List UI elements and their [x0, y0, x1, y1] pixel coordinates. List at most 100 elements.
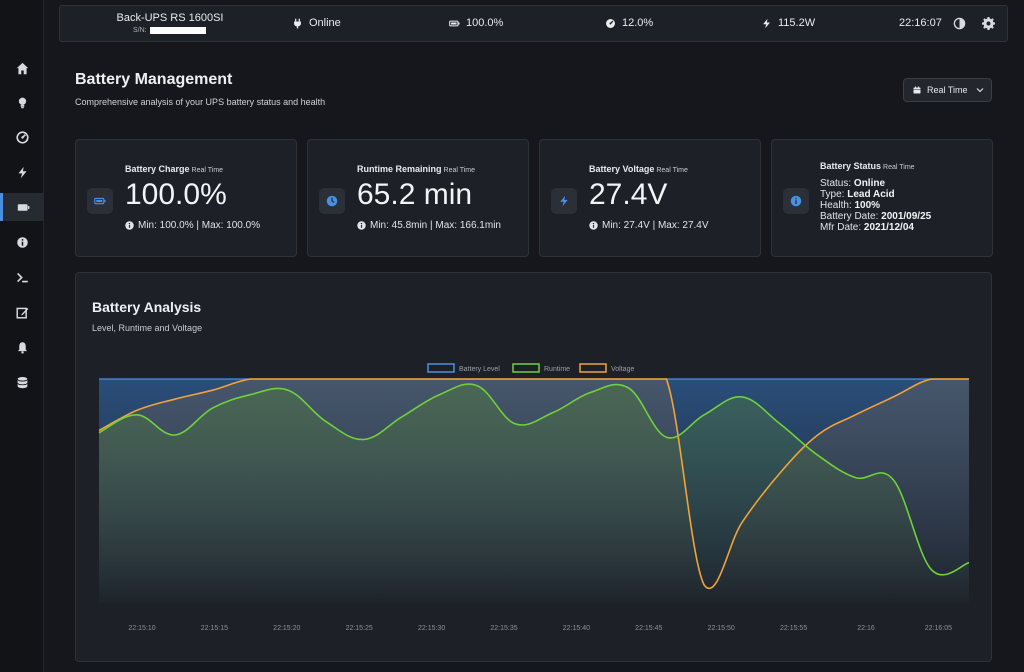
card-title: Battery Status Real Time [820, 161, 915, 171]
card-title: Battery Voltage Real Time [589, 164, 688, 174]
status-details: Status: Online Type: Lead Acid Health: 1… [820, 178, 931, 233]
runtime-card: Runtime Remaining Real Time 65.2 min Min:… [307, 139, 529, 257]
gear-icon[interactable] [982, 17, 995, 30]
mfr-date-label: Mfr Date: [820, 222, 862, 233]
card-tag: Real Time [443, 167, 476, 174]
minmax-text: Min: 27.4V | Max: 27.4V [602, 220, 709, 231]
health-label: Health: [820, 200, 852, 211]
terminal-icon [16, 272, 28, 282]
battery-date-label: Battery Date: [820, 211, 879, 222]
serial-redacted [149, 27, 206, 34]
bell-icon [17, 341, 27, 354]
serial-label: S/N: [133, 27, 147, 34]
health-row: Health: 100% [820, 200, 931, 211]
status-row: Status: Online [820, 178, 931, 189]
x-tick-label: 22:15:40 [563, 625, 590, 632]
serial-number: S/N: [133, 27, 206, 34]
calendar-icon [913, 86, 921, 94]
bolt-icon [17, 166, 27, 178]
sidebar-item-alerts[interactable] [0, 333, 44, 361]
x-tick-label: 22:15:10 [128, 625, 155, 632]
type-label: Type: [820, 189, 845, 200]
info-circle-icon [357, 221, 366, 230]
voltage-legend-label: Voltage [611, 366, 634, 373]
battery-status-card: Battery Status Real Time Status: Online T… [771, 139, 993, 257]
gauge-icon [606, 18, 615, 28]
card-title-text: Runtime Remaining [357, 164, 442, 174]
x-tick-label: 22:16 [857, 625, 875, 632]
load-indicator: 12.0% [605, 17, 653, 29]
info-circle-icon [790, 195, 802, 207]
voltage-value: 27.4V [589, 178, 668, 211]
card-tag: Real Time [883, 164, 915, 171]
sidebar-item-lightbulb[interactable] [0, 88, 44, 116]
x-tick-label: 22:15:45 [635, 625, 662, 632]
power-indicator: 115.2W [761, 17, 815, 29]
home-icon [16, 62, 28, 74]
sidebar-item-gauge[interactable] [0, 123, 44, 151]
card-title-text: Battery Status [820, 161, 882, 171]
battery-text: 100.0% [466, 17, 504, 29]
sidebar-item-terminal[interactable] [0, 263, 44, 291]
x-tick-label: 22:15:35 [490, 625, 517, 632]
runtime-value: 65.2 min [357, 178, 473, 211]
sidebar-item-battery[interactable] [0, 193, 44, 221]
mfr-date-value: 2021/12/04 [863, 222, 914, 233]
status-indicator: Online [292, 17, 341, 29]
card-tag: Real Time [656, 167, 688, 174]
card-title: Runtime Remaining Real Time [357, 164, 475, 174]
page-title: Battery Management [75, 71, 233, 88]
load-text: 12.0% [622, 17, 654, 29]
battery-icon [449, 20, 460, 26]
chevron-down-icon [976, 88, 983, 93]
time-range-label: Real Time [927, 85, 968, 95]
status-text: Online [309, 17, 341, 29]
battery-chart[interactable]: Battery Level Runtime Voltage 22:15:10 22:15… [76, 273, 993, 663]
device-model: Back-UPS RS 1600SI [116, 12, 224, 24]
info-circle-icon [589, 221, 598, 230]
sidebar-item-info[interactable] [0, 228, 44, 256]
time-range-select[interactable]: Real Time [903, 78, 992, 102]
x-tick-label: 22:15:30 [418, 625, 445, 632]
card-icon-box [783, 188, 809, 214]
status-bar: Back-UPS RS 1600SI S/N: Online 100.0% 12… [59, 5, 1008, 42]
contrast-icon[interactable] [953, 17, 966, 30]
x-tick-label: 22:15:15 [201, 625, 228, 632]
battery-icon [17, 203, 30, 211]
bolt-icon [763, 18, 770, 28]
status-value: Online [853, 178, 886, 189]
minmax-text: Min: 45.8min | Max: 166.1min [370, 220, 501, 231]
card-minmax: Min: 100.0% | Max: 100.0% [125, 220, 260, 231]
clock: 22:16:07 [899, 17, 942, 29]
card-icon-box [87, 188, 113, 214]
battery-icon [94, 197, 106, 205]
battery-charge-value: 100.0% [125, 178, 227, 211]
x-tick-label: 22:15:55 [780, 625, 807, 632]
card-icon-box [319, 188, 345, 214]
battery-date-row: Battery Date: 2001/09/25 [820, 211, 931, 222]
bolt-icon [560, 195, 568, 207]
sidebar-item-power[interactable] [0, 158, 44, 186]
card-title-text: Battery Voltage [589, 164, 655, 174]
runtime-legend-swatch [512, 363, 540, 373]
status-label: Status: [820, 178, 852, 189]
power-text: 115.2W [778, 17, 816, 29]
sidebar-item-edit[interactable] [0, 298, 44, 326]
x-tick-label: 22:15:20 [273, 625, 300, 632]
sidebar-item-home[interactable] [0, 54, 44, 82]
card-title: Battery Charge Real Time [125, 164, 223, 174]
battery-date-value: 2001/09/25 [881, 211, 932, 222]
card-minmax: Min: 45.8min | Max: 166.1min [357, 220, 501, 231]
clock-icon [326, 195, 338, 207]
info-circle-icon [16, 236, 28, 248]
sidebar-item-database[interactable] [0, 368, 44, 396]
voltage-legend-swatch [579, 363, 607, 373]
x-tick-label: 22:16:05 [925, 625, 952, 632]
mfr-date-row: Mfr Date: 2021/12/04 [820, 222, 931, 233]
x-tick-label: 22:15:25 [346, 625, 373, 632]
page-subtitle: Comprehensive analysis of your UPS batte… [75, 97, 326, 107]
card-tag: Real Time [191, 167, 224, 174]
battery-level-legend-label: Battery Level [459, 366, 500, 373]
gauge-icon [15, 130, 29, 144]
lightbulb-icon [18, 97, 26, 108]
